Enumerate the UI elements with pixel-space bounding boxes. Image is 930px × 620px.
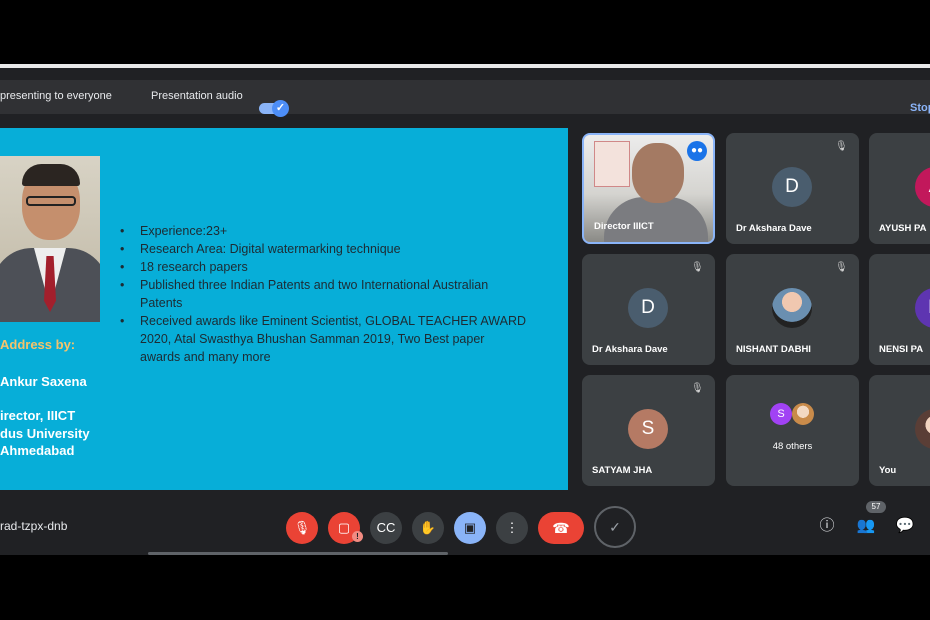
raise-hand-icon[interactable]: ✋ [412, 512, 444, 544]
present-icon[interactable]: ▣ [454, 512, 486, 544]
participant-tile[interactable]: N NENSI PA [869, 254, 930, 365]
info-icon[interactable]: ⓘ [816, 515, 838, 537]
bullet-item: Received awards like Eminent Scientist, … [118, 312, 528, 366]
bullet-item: 18 research papers [118, 258, 528, 276]
speaker-photo [0, 156, 100, 322]
participant-name: NISHANT DABHI [736, 344, 811, 355]
avatar: A [915, 167, 930, 207]
participant-tile[interactable]: 🎙 D Dr Akshara Dave [582, 254, 715, 365]
people-icon[interactable]: 👥 [855, 515, 877, 537]
participant-name: Dr Akshara Dave [736, 223, 812, 234]
address-label: Address by: [0, 337, 76, 352]
participant-tile[interactable]: A AYUSH PA [869, 133, 930, 244]
speaking-icon: ●● [687, 141, 707, 161]
participant-name: AYUSH PA [879, 223, 927, 234]
participant-name: Dr Akshara Dave [592, 344, 668, 355]
bullet-item: Experience:23+ [118, 222, 528, 240]
participant-tile[interactable]: 🎙 D Dr Akshara Dave [726, 133, 859, 244]
meeting-code: rad-tzpx-dnb [0, 519, 68, 533]
speaker-city: Ahmedabad [0, 443, 75, 458]
end-call-icon[interactable]: ☎ [538, 512, 584, 544]
participant-name: NENSI PA [879, 344, 924, 355]
captions-icon[interactable]: CC [370, 512, 402, 544]
avatar: N [915, 288, 930, 328]
control-bar: rad-tzpx-dnb 🎙 ▢ ! CC ✋ ▣ ⋮ ☎ ✓ ⓘ 👥 57 💬 [0, 501, 930, 555]
presentation-bar: presenting to everyone Presentation audi… [0, 80, 930, 117]
avatar: S [628, 409, 668, 449]
avatar: D [772, 167, 812, 207]
avatar-photo [915, 409, 930, 449]
alert-icon: ! [352, 531, 363, 542]
avatar: S [770, 403, 792, 425]
avatar-photo [772, 288, 812, 328]
people-count-badge: 57 [866, 501, 886, 513]
mic-off-icon: 🎙 [835, 262, 848, 273]
participant-name: SATYAM JHA [592, 465, 653, 476]
bullet-item: Research Area: Digital watermarking tech… [118, 240, 528, 258]
bullet-item: Published three Indian Patents and two I… [118, 276, 528, 312]
participant-tile[interactable]: 🎙 NISHANT DABHI [726, 254, 859, 365]
mic-off-icon[interactable]: 🎙 [286, 512, 318, 544]
slide-bullet-list: Experience:23+ Research Area: Digital wa… [118, 222, 528, 366]
presentation-audio-toggle[interactable]: ✓ [259, 100, 289, 117]
placeholder-circle: ✓ [594, 506, 636, 548]
others-count: 48 others [772, 441, 813, 452]
participant-tile[interactable]: 🎙 S SATYAM JHA [582, 375, 715, 486]
more-vert-icon[interactable]: ⋮ [496, 512, 528, 544]
participant-name: You [879, 465, 897, 476]
check-icon: ✓ [272, 100, 289, 117]
presentation-audio-label: Presentation audio [151, 90, 243, 102]
avatar: D [628, 288, 668, 328]
speaker-title: irector, IIICT [0, 408, 76, 423]
meet-window: presenting to everyone Presentation audi… [0, 68, 930, 555]
speaker-org: dus University [0, 426, 90, 441]
avatar-photo [792, 403, 814, 425]
others-tile[interactable]: S 48 others [726, 375, 859, 486]
speaker-name: Ankur Saxena [0, 374, 87, 389]
mic-off-icon: 🎙 [835, 141, 848, 152]
participant-name: Director IIICT [594, 221, 654, 232]
participant-tile[interactable]: ●● Director IIICT [582, 133, 715, 244]
mic-off-icon: 🎙 [691, 383, 704, 394]
chat-icon[interactable]: 💬 [894, 515, 916, 537]
mic-off-icon: 🎙 [691, 262, 704, 273]
self-tile[interactable]: You [869, 375, 930, 486]
presenting-text: presenting to everyone [0, 90, 112, 102]
scrollbar[interactable] [148, 552, 448, 555]
shared-slide: Experience:23+ Research Area: Digital wa… [0, 128, 568, 490]
stop-presenting-button[interactable]: Stop [910, 102, 930, 114]
